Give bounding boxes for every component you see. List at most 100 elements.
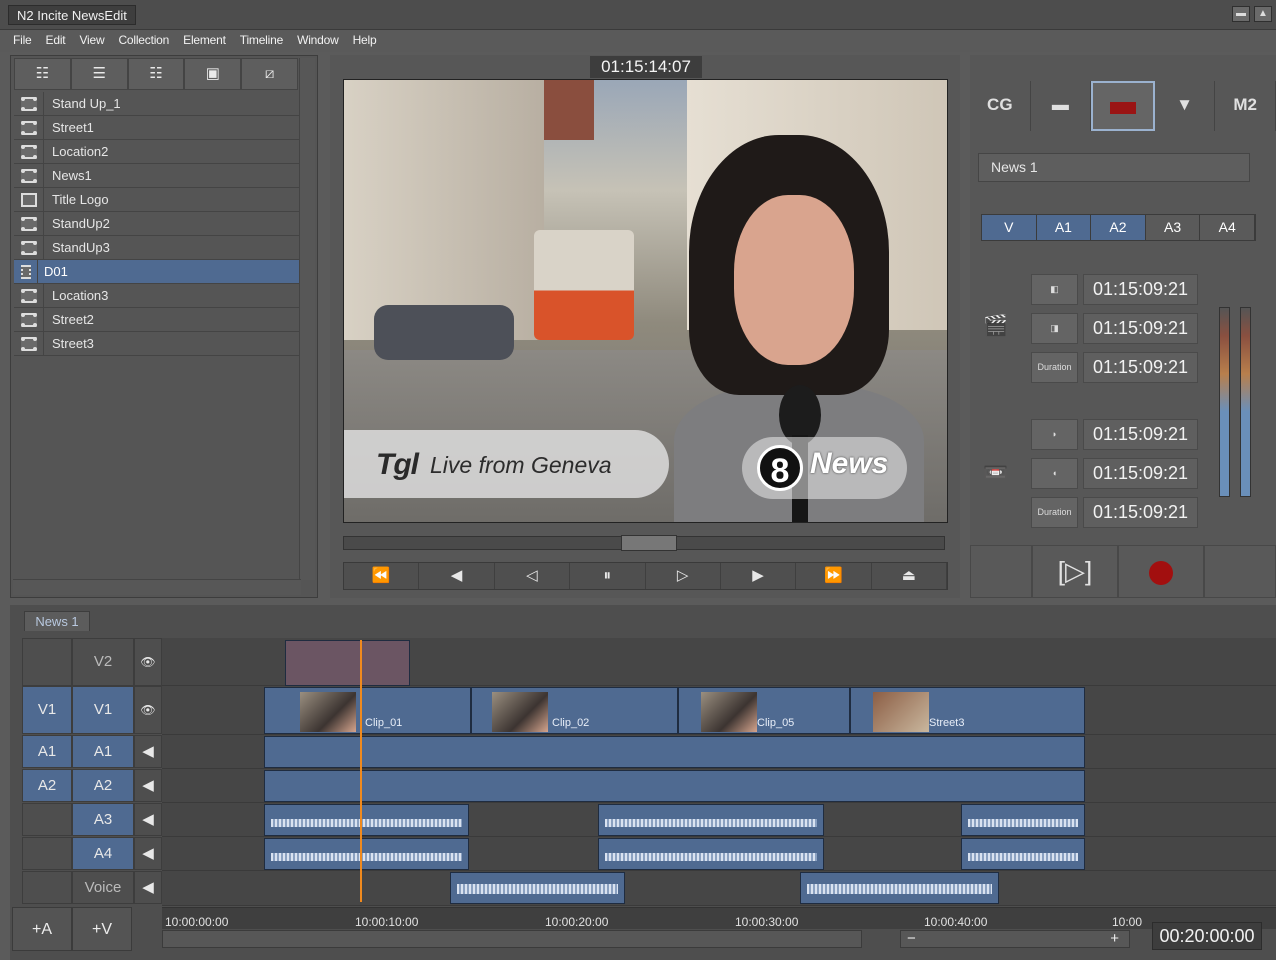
track-a2-button[interactable]: A2 — [1091, 215, 1146, 240]
bin-horizontal-scrollbar[interactable] — [13, 579, 301, 595]
track-name-v1[interactable]: V1 — [72, 686, 134, 734]
video-clip[interactable]: Clip_02 — [471, 687, 678, 734]
speaker-icon[interactable]: ◀ — [134, 803, 162, 836]
step-back-button[interactable]: ◁ — [495, 563, 571, 589]
speaker-icon[interactable]: ◀ — [134, 871, 162, 904]
source-out-timecode[interactable]: 01:15:09:21 — [1083, 313, 1198, 344]
audio-clip-a3[interactable] — [961, 804, 1085, 836]
bin-item[interactable]: Street2 — [14, 308, 301, 332]
new-item-icon[interactable]: ⧄ — [241, 58, 298, 90]
record-tab[interactable] — [1091, 81, 1155, 131]
mark-in-icon[interactable]: ◧ — [1031, 274, 1078, 305]
detail-view-icon[interactable]: ☷ — [14, 58, 71, 90]
record-button[interactable] — [1118, 545, 1204, 598]
play-button[interactable]: ▶ — [721, 563, 797, 589]
bin-item[interactable]: StandUp2 — [14, 212, 301, 236]
audio-clip-a4[interactable] — [961, 838, 1085, 870]
zoom-out-button[interactable]: − — [907, 931, 916, 947]
patch-v2[interactable] — [22, 638, 72, 686]
menu-view[interactable]: View — [72, 30, 111, 47]
jog-slider[interactable] — [343, 535, 945, 551]
track-name-a4[interactable]: A4 — [72, 837, 134, 870]
patch-a2[interactable]: A2 — [22, 769, 72, 802]
device-tab[interactable]: ▬ — [1031, 81, 1092, 131]
rewind-button[interactable]: ⏪ — [344, 563, 420, 589]
bin-item[interactable]: Street1 — [14, 116, 301, 140]
record-out-icon[interactable]: ◖ — [1031, 458, 1078, 489]
voice-clip[interactable] — [450, 872, 625, 904]
timeline-tab[interactable]: News 1 — [24, 611, 90, 631]
frame-view-icon[interactable]: ▣ — [184, 58, 242, 90]
maximize-button[interactable]: ▲ — [1254, 6, 1272, 22]
play-reverse-button[interactable]: ◀ — [419, 563, 495, 589]
bin-item[interactable]: Stand Up_1 — [14, 92, 301, 116]
audio-clip-a3[interactable] — [598, 804, 824, 836]
eject-button[interactable]: ⏏ — [872, 563, 947, 589]
bin-vertical-scrollbar[interactable] — [299, 58, 315, 580]
zoom-slider[interactable]: − + — [900, 930, 1130, 948]
audio-clip-a2[interactable] — [264, 770, 1085, 802]
audio-clip-a4[interactable] — [264, 838, 469, 870]
menu-element[interactable]: Element — [176, 30, 233, 47]
track-v-button[interactable]: V — [982, 215, 1037, 240]
output-tab[interactable]: ▼ — [1155, 81, 1216, 131]
record-in-icon[interactable]: ◗ — [1031, 419, 1078, 450]
patch-a1[interactable]: A1 — [22, 735, 72, 768]
record-duration-timecode[interactable]: 01:15:09:21 — [1083, 497, 1198, 528]
list-view-icon[interactable]: ☰ — [70, 58, 128, 90]
step-forward-button[interactable]: ▷ — [646, 563, 721, 589]
menu-edit[interactable]: Edit — [39, 30, 73, 47]
bin-item[interactable]: Title Logo — [14, 188, 301, 212]
add-audio-track-button[interactable]: +A — [12, 907, 72, 951]
audio-clip-a3[interactable] — [264, 804, 469, 836]
patch-voice[interactable] — [22, 871, 72, 904]
track-a3-button[interactable]: A3 — [1145, 215, 1201, 240]
menu-timeline[interactable]: Timeline — [233, 30, 290, 47]
bin-item[interactable]: Location2 — [14, 140, 301, 164]
patch-a4[interactable] — [22, 837, 72, 870]
graphic-clip[interactable] — [285, 640, 410, 686]
audio-clip-a4[interactable] — [598, 838, 824, 870]
fast-forward-button[interactable]: ⏩ — [796, 563, 872, 589]
eye-icon[interactable]: 👁 — [134, 638, 162, 686]
track-name-a1[interactable]: A1 — [72, 735, 134, 768]
menu-collection[interactable]: Collection — [111, 30, 176, 47]
zoom-in-button[interactable]: + — [1110, 931, 1119, 947]
voice-clip[interactable] — [800, 872, 999, 904]
source-duration-timecode[interactable]: 01:15:09:21 — [1083, 352, 1198, 383]
insert-edit-button[interactable]: [▷] — [1032, 545, 1118, 598]
playhead[interactable] — [360, 640, 362, 902]
patch-v1[interactable]: V1 — [22, 686, 72, 734]
timeline-scrollbar[interactable] — [162, 930, 862, 948]
source-in-timecode[interactable]: 01:15:09:21 — [1083, 274, 1198, 305]
bin-item-selected[interactable]: D01 — [14, 260, 301, 284]
record-out-timecode[interactable]: 01:15:09:21 — [1083, 458, 1198, 489]
speaker-icon[interactable]: ◀ — [134, 769, 162, 802]
track-name-a2[interactable]: A2 — [72, 769, 134, 802]
record-in-timecode[interactable]: 01:15:09:21 — [1083, 419, 1198, 450]
add-video-track-button[interactable]: +V — [72, 907, 132, 951]
pause-button[interactable]: ⏸ — [570, 563, 646, 589]
track-a1-button[interactable]: A1 — [1036, 215, 1092, 240]
minimize-button[interactable]: ▬ — [1232, 6, 1250, 22]
bin-item[interactable]: Location3 — [14, 284, 301, 308]
m2-tab[interactable]: M2 — [1215, 81, 1276, 131]
bin-item[interactable]: News1 — [14, 164, 301, 188]
sequence-name-field[interactable]: News 1 — [978, 153, 1250, 182]
bin-item[interactable]: StandUp3 — [14, 236, 301, 260]
speaker-icon[interactable]: ◀ — [134, 837, 162, 870]
grid-view-icon[interactable]: ☷ — [127, 58, 185, 90]
menu-help[interactable]: Help — [346, 30, 384, 47]
speaker-icon[interactable]: ◀ — [134, 735, 162, 768]
video-clip[interactable]: Street3 — [850, 687, 1085, 734]
mark-out-icon[interactable]: ◨ — [1031, 313, 1078, 344]
patch-a3[interactable] — [22, 803, 72, 836]
eye-icon[interactable]: 👁 — [134, 686, 162, 734]
bin-item[interactable]: Street3 — [14, 332, 301, 356]
audio-clip-a1[interactable] — [264, 736, 1085, 768]
video-clip[interactable]: Clip_05 — [678, 687, 850, 734]
menu-file[interactable]: File — [0, 30, 39, 47]
track-a4-button[interactable]: A4 — [1200, 215, 1255, 240]
track-name-a3[interactable]: A3 — [72, 803, 134, 836]
menu-window[interactable]: Window — [290, 30, 345, 47]
